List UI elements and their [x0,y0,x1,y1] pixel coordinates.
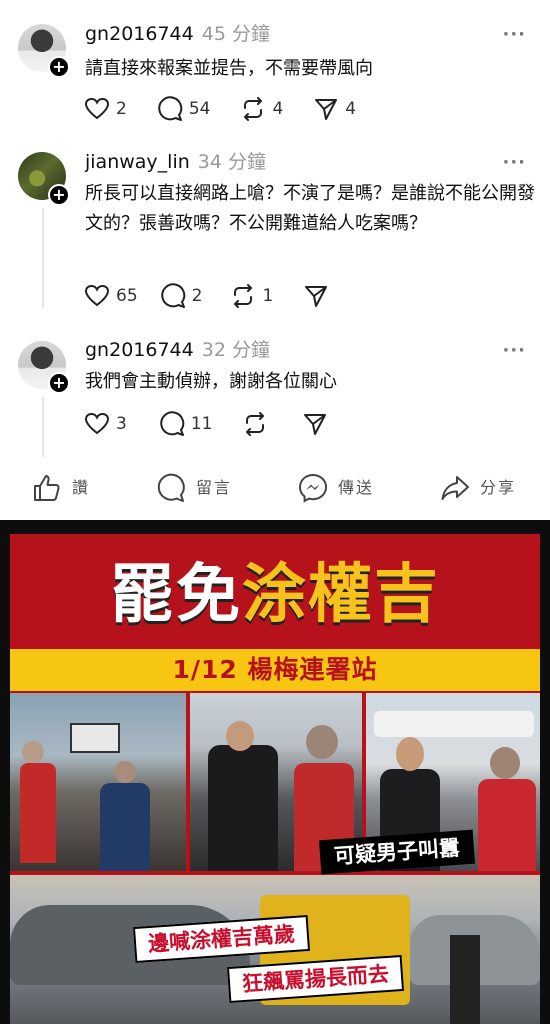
comment-button[interactable]: 2 [160,283,203,309]
send-button[interactable]: 4 [313,96,356,122]
like-count: 2 [116,99,127,119]
share-button[interactable]: 分享 [440,466,516,510]
repost-icon [244,97,263,121]
comment-icon [158,96,183,121]
share-count: 4 [345,99,357,119]
like-count: 3 [116,414,127,434]
date-station-band: 1/12 楊梅連署站 [10,649,540,691]
post-text: 所長可以直接網路上嗆？不演了是嗎？是誰說不能公開發文的？張善政嗎？不公開難道給人… [85,183,535,234]
send-icon [305,286,328,307]
comment-button[interactable]: 11 [159,411,213,437]
facebook-action-bar: 讚 留言 傳送 分享 [0,466,550,510]
like-button[interactable]: 2 [84,97,127,121]
send-button[interactable] [302,411,328,437]
send-icon [315,99,338,120]
poster-title-yellow: 涂權吉 [242,558,440,632]
post-actions: 65 2 1 [84,282,329,310]
photo-collage: 可疑男子叫囂 邊喊涂權吉萬歲 狂飆罵揚長而去 [10,693,540,1024]
comment-button[interactable]: 留言 [156,466,232,510]
comment-count: 11 [190,414,213,434]
post-header: jianway_lin 34 分鐘 [85,150,266,174]
send-label: 傳送 [338,478,375,497]
timestamp: 34 分鐘 [197,151,266,173]
heart-icon [84,412,110,435]
post-text: 我們會主動偵辦，謝謝各位關心 [85,371,337,392]
thread-line [42,208,44,308]
like-button[interactable]: 65 [84,284,138,308]
share-label: 分享 [480,478,517,497]
repost-button[interactable]: 4 [240,96,283,122]
username[interactable]: jianway_lin [85,151,190,173]
timestamp: 32 分鐘 [201,339,270,361]
username[interactable]: gn2016744 [85,23,194,45]
like-button[interactable]: 讚 [32,466,90,510]
messenger-icon [298,473,328,503]
username[interactable]: gn2016744 [85,339,194,361]
repost-icon [246,412,265,436]
follow-plus-icon[interactable]: + [48,184,70,206]
post-actions: 3 11 [84,410,328,438]
follow-plus-icon[interactable]: + [48,372,70,394]
send-icon [304,414,327,435]
comment-label: 留言 [196,478,233,497]
poster-title: 罷免涂權吉 [10,556,540,634]
comment-count: 54 [188,99,211,119]
like-label: 讚 [72,478,91,497]
photo-1 [10,693,186,871]
more-icon[interactable]: ··· [502,26,526,44]
comment-icon [157,473,185,502]
send-button[interactable] [303,283,329,309]
like-button[interactable]: 3 [84,412,127,436]
more-icon[interactable]: ··· [502,342,526,360]
heart-icon [84,284,110,307]
comment-icon [160,411,185,436]
send-button[interactable]: 傳送 [298,466,374,510]
post-text: 請直接來報案並提告，不需要帶風向 [85,58,373,79]
thumbs-up-icon [34,475,60,501]
heart-icon [84,97,110,120]
post-header: gn2016744 45 分鐘 [85,22,270,46]
poster-title-white: 罷免 [110,558,242,632]
comment-count: 2 [191,286,203,306]
post-actions: 2 54 4 4 [84,95,356,123]
repost-count: 1 [262,286,274,306]
more-icon[interactable]: ··· [502,154,526,172]
repost-count: 4 [272,99,284,119]
timestamp: 45 分鐘 [201,23,270,45]
repost-button[interactable]: 1 [230,283,273,309]
thread-line [42,397,44,457]
repost-button[interactable] [242,411,268,437]
repost-icon [234,284,253,308]
like-count: 65 [116,286,138,306]
post-header: gn2016744 32 分鐘 [85,338,270,362]
comment-icon [160,283,185,308]
comment-button[interactable]: 54 [157,96,211,122]
recall-poster-image[interactable]: 罷免涂權吉 1/12 楊梅連署站 可疑男子叫囂 邊喊涂權吉萬歲 狂飆罵揚長而去 [0,520,550,1024]
share-arrow-icon [441,476,469,500]
follow-plus-icon[interactable]: + [48,56,70,78]
